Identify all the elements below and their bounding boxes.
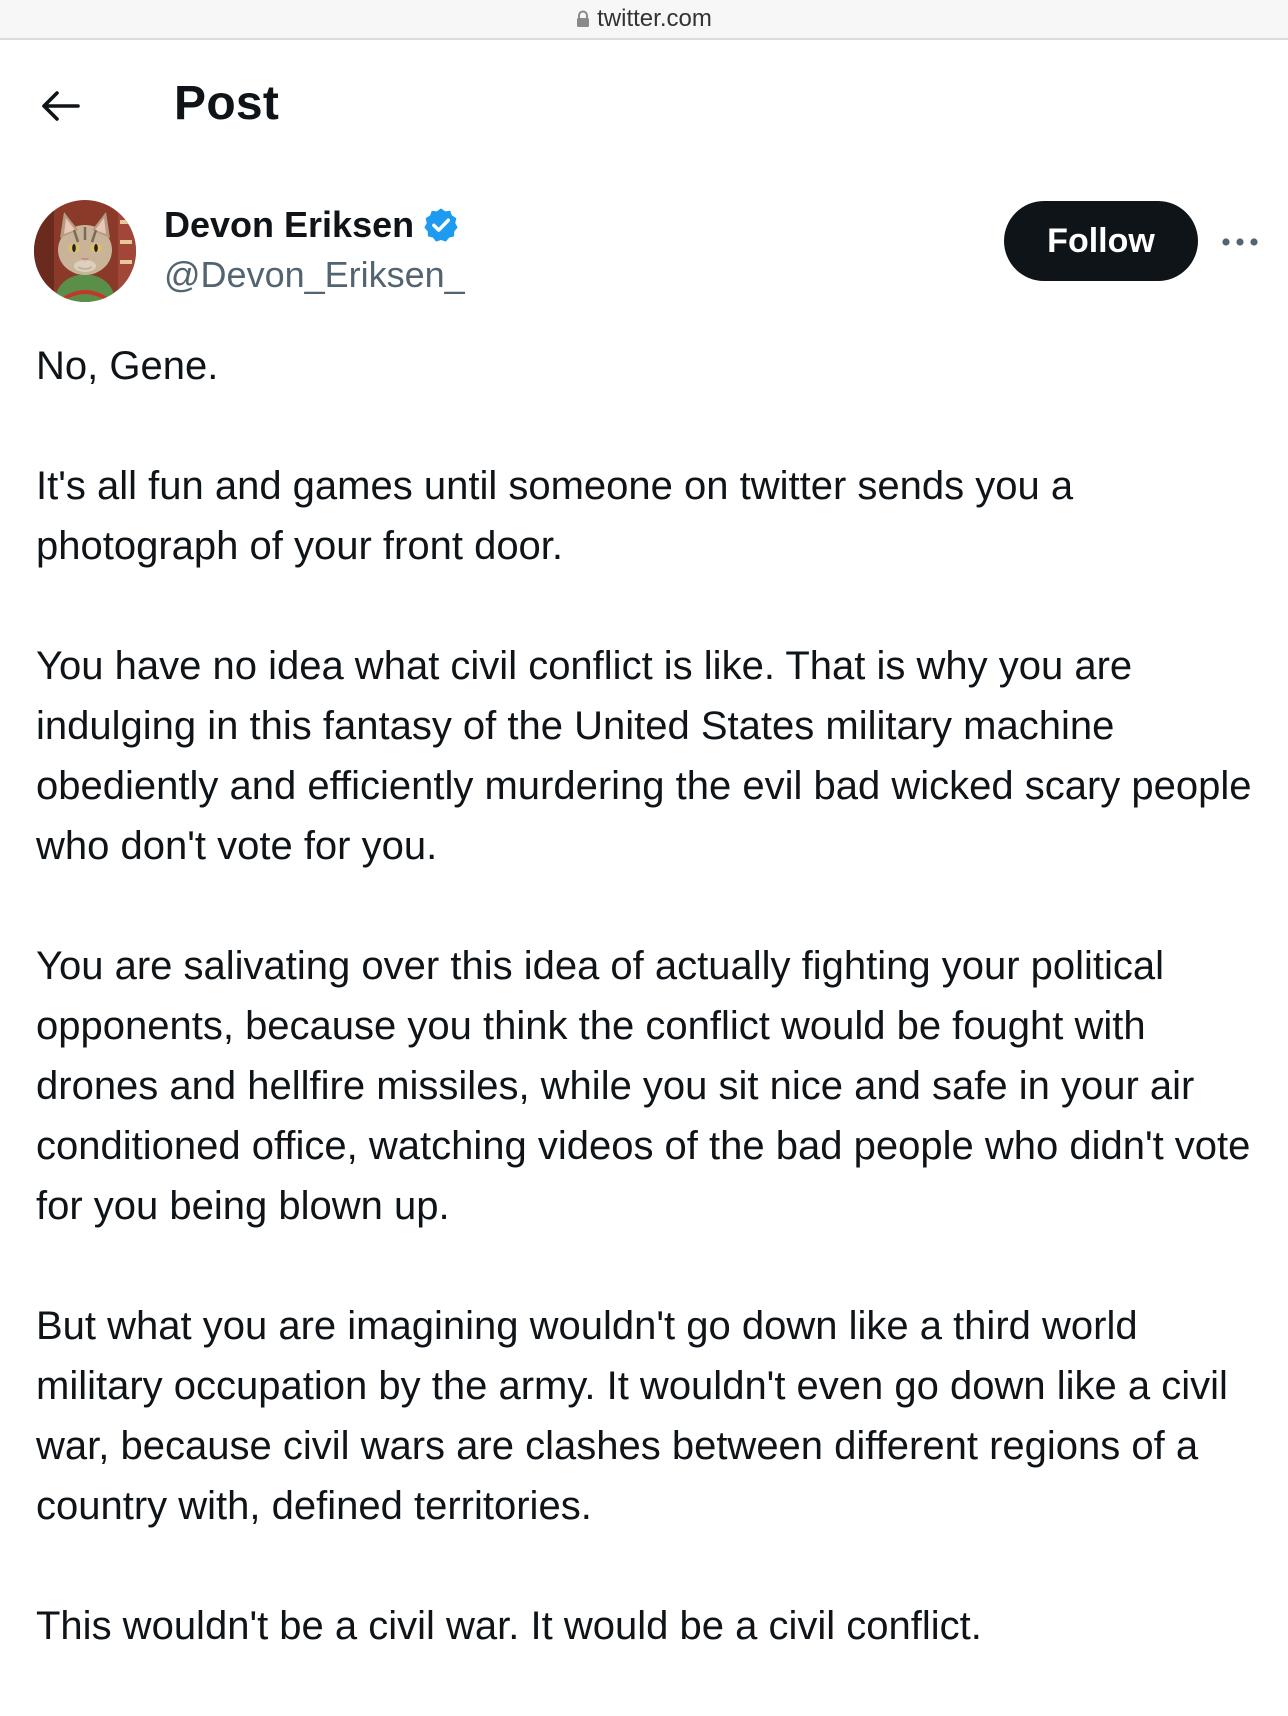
tweet-text: No, Gene. It's all fun and games until s… [36, 336, 1266, 1716]
browser-address-bar[interactable]: twitter.com [0, 0, 1288, 40]
cat-avatar-image [34, 200, 136, 302]
tweet-paragraph: But what you are imagining wouldn't go d… [36, 1304, 1228, 1528]
author-name[interactable]: Devon Eriksen [164, 204, 414, 246]
avatar[interactable] [34, 200, 136, 302]
author-handle[interactable]: @Devon_Eriksen_ [164, 254, 465, 296]
verified-badge-icon [422, 206, 460, 244]
author-row: Devon Eriksen @Devon_Eriksen_ Follow [0, 196, 1288, 306]
tweet-paragraph: This wouldn't be a civil war. It would b… [36, 1604, 982, 1648]
back-button[interactable] [36, 82, 84, 130]
lock-icon [576, 10, 590, 28]
arrow-left-icon [42, 91, 80, 121]
tweet-paragraph: You have no idea what civil conflict is … [36, 644, 1252, 868]
tweet-paragraph: You are salivating over this idea of act… [36, 944, 1251, 1228]
tweet-paragraph: No, Gene. [36, 344, 219, 388]
url-text: twitter.com [597, 5, 712, 32]
more-horizontal-icon [1222, 238, 1258, 246]
more-options-button[interactable] [1218, 222, 1262, 262]
post-header: Post [0, 40, 1288, 170]
follow-button[interactable]: Follow [1004, 201, 1198, 281]
tweet-paragraph: It's all fun and games until someone on … [36, 464, 1074, 568]
page-title: Post [174, 77, 280, 130]
